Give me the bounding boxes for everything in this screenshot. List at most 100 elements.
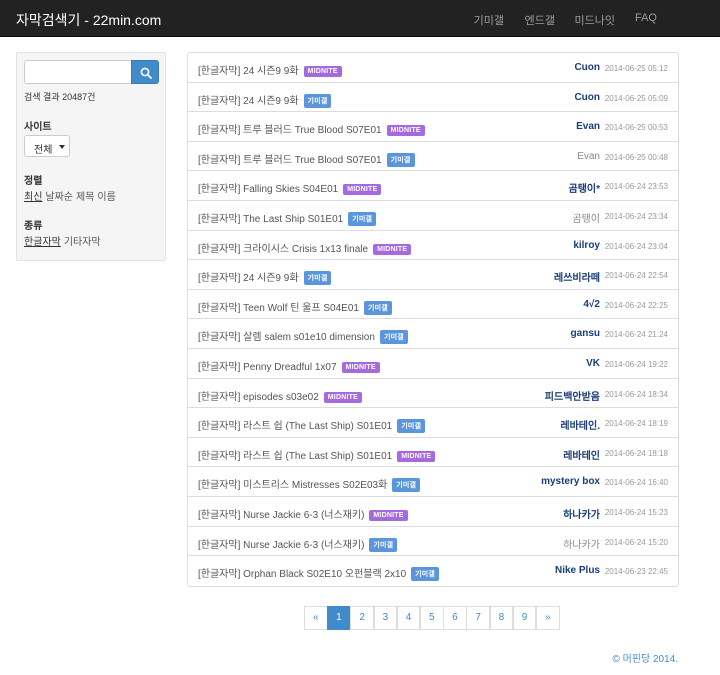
item-title-text[interactable]: [한글자막] 라스트 쉽 (The Last Ship) S01E01: [198, 421, 392, 432]
item-title[interactable]: [한글자막] Nurse Jackie 6-3 (너스재키) MIDNITE: [198, 506, 408, 521]
item-title[interactable]: [한글자막] 라스트 쉽 (The Last Ship) S01E01 MIDNI…: [198, 447, 436, 462]
item-author[interactable]: Nike Plus: [555, 565, 600, 576]
item-title[interactable]: [한글자막] episodes s03e02 MIDNITE: [198, 388, 362, 403]
item-title-text[interactable]: [한글자막] 미스트리스 Mistresses S02E03화: [198, 480, 387, 491]
sort-option-name[interactable]: 이름: [97, 192, 115, 203]
item-author[interactable]: 곰탱이*: [569, 180, 601, 195]
list-item[interactable]: [한글자막] 트루 블러드 True Blood S07E01 MIDNITE Ev…: [188, 112, 678, 142]
item-title-text[interactable]: [한글자막] 트루 블러드 True Blood S07E01: [198, 125, 382, 136]
list-item[interactable]: [한글자막] 24 시즌9 9화 MIDNITE Cuon 2014-06-25 05…: [188, 53, 678, 83]
item-title-text[interactable]: [한글자막] 24 시즌9 9화: [198, 66, 299, 77]
sort-option-latest[interactable]: 최신: [24, 192, 42, 203]
item-title-text[interactable]: [한글자막] 24 시즌9 9화: [198, 273, 299, 284]
item-title-text[interactable]: [한글자막] episodes s03e02: [198, 392, 319, 403]
item-author[interactable]: 하나카가: [563, 536, 600, 551]
list-item[interactable]: [한글자막] 트루 블러드 True Blood S07E01 기미갤 Evan 20…: [188, 142, 678, 172]
item-title-text[interactable]: [한글자막] Nurse Jackie 6-3 (너스재키): [198, 540, 364, 551]
page-5[interactable]: 5: [420, 606, 444, 630]
item-title-text[interactable]: [한글자막] Teen Wolf 틴 울프 S04E01: [198, 303, 359, 314]
item-title-text[interactable]: [한글자막] Orphan Black S02E10 오펀블랙 2x10: [198, 569, 406, 580]
list-item[interactable]: [한글자막] 24 시즌9 9화 기미갤 레쓰비라떼 2014-06-24 22:54: [188, 260, 678, 290]
nav-link-faq[interactable]: FAQ: [635, 12, 657, 24]
item-author[interactable]: 레쓰비라떼: [554, 269, 600, 284]
page-6[interactable]: 6: [443, 606, 467, 630]
prev-page-button[interactable]: «: [304, 606, 328, 630]
item-author[interactable]: Evan: [576, 121, 600, 132]
item-date: 2014-06-24 23:34: [604, 211, 668, 221]
sort-option-date[interactable]: 날짜순: [45, 192, 73, 203]
item-author[interactable]: 피드백안받음: [545, 388, 600, 403]
item-title[interactable]: [한글자막] 크라이시스 Crisis 1x13 finale MIDNITE: [198, 240, 412, 255]
list-item[interactable]: [한글자막] Teen Wolf 틴 울프 S04E01 기미갤 4√2 2014-0…: [188, 290, 678, 320]
item-author[interactable]: 4√2: [583, 299, 600, 310]
list-item[interactable]: [한글자막] The Last Ship S01E01 기미갤 곰탱이 2014-06…: [188, 201, 678, 231]
list-item[interactable]: [한글자막] 24 시즌9 9화 기미갤 Cuon 2014-06-25 05:09: [188, 83, 678, 113]
item-title[interactable]: [한글자막] 24 시즌9 9화 기미갤: [198, 92, 332, 108]
list-item[interactable]: [한글자막] 살렘 salem s01e10 dimension 기미갤 gansu…: [188, 319, 678, 349]
item-author[interactable]: kilroy: [573, 240, 600, 251]
item-title[interactable]: [한글자막] 살렘 salem s01e10 dimension 기미갤: [198, 328, 408, 345]
page-2[interactable]: 2: [350, 606, 374, 630]
next-page-button[interactable]: »: [536, 606, 560, 630]
type-option-other[interactable]: 기타자막: [64, 237, 101, 248]
page-9[interactable]: 9: [512, 606, 537, 630]
item-title-text[interactable]: [한글자막] 크라이시스 Crisis 1x13 finale: [198, 244, 368, 255]
source-badge: 기미갤: [303, 271, 332, 286]
item-author[interactable]: 하나카가: [563, 506, 600, 521]
list-item[interactable]: [한글자막] Orphan Black S02E10 오펀블랙 2x10 기미갤 N…: [188, 556, 678, 586]
item-title[interactable]: [한글자막] 24 시즌9 9화 MIDNITE: [198, 62, 342, 77]
item-author[interactable]: Cuon: [574, 62, 600, 73]
item-author[interactable]: gansu: [571, 328, 600, 339]
site-section-title: 사이트: [24, 122, 52, 133]
item-title[interactable]: [한글자막] 미스트리스 Mistresses S02E03화 기미갤: [198, 476, 421, 493]
item-author[interactable]: 레바테인.: [560, 417, 600, 432]
item-title[interactable]: [한글자막] Orphan Black S02E10 오펀블랙 2x10 기미갤: [198, 565, 440, 582]
list-item[interactable]: [한글자막] Nurse Jackie 6-3 (너스재키) 기미갤 하나카가 201…: [188, 527, 678, 557]
site-dropdown[interactable]: 전체: [24, 135, 70, 157]
list-item[interactable]: [한글자막] 크라이시스 Crisis 1x13 finale MIDNITE ki…: [188, 231, 678, 261]
page-4[interactable]: 4: [396, 606, 421, 630]
list-item[interactable]: [한글자막] Penny Dreadful 1x07 MIDNITE VK 2014-…: [188, 349, 678, 379]
item-title[interactable]: [한글자막] Falling Skies S04E01 MIDNITE: [198, 180, 382, 196]
list-item[interactable]: [한글자막] 라스트 쉽 (The Last Ship) S01E01 MIDNI…: [188, 438, 678, 468]
item-title[interactable]: [한글자막] 트루 블러드 True Blood S07E01 MIDNITE: [198, 121, 425, 137]
item-title[interactable]: [한글자막] Teen Wolf 틴 울프 S04E01 기미갤: [198, 299, 392, 315]
item-title[interactable]: [한글자막] Nurse Jackie 6-3 (너스재키) 기미갤: [198, 536, 398, 552]
item-title[interactable]: [한글자막] 트루 블러드 True Blood S07E01 기미갤: [198, 151, 415, 167]
item-title[interactable]: [한글자막] The Last Ship S01E01 기미갤: [198, 210, 377, 226]
nav-link-midnight[interactable]: 미드나잇: [575, 12, 615, 28]
item-title-text[interactable]: [한글자막] Nurse Jackie 6-3 (너스재키): [198, 510, 364, 521]
page-1[interactable]: 1: [327, 606, 351, 630]
type-option-korean[interactable]: 한글자막: [24, 237, 61, 248]
search-input[interactable]: [24, 60, 131, 84]
list-item[interactable]: [한글자막] episodes s03e02 MIDNITE 피드백안받음 2014-…: [188, 379, 678, 409]
page-8[interactable]: 8: [489, 606, 514, 630]
item-title-text[interactable]: [한글자막] 라스트 쉽 (The Last Ship) S01E01: [198, 451, 392, 462]
sort-option-title[interactable]: 제목: [76, 192, 94, 203]
item-title-text[interactable]: [한글자막] Falling Skies S04E01: [198, 184, 338, 195]
list-item[interactable]: [한글자막] 미스트리스 Mistresses S02E03화 기미갤 myster…: [188, 467, 678, 497]
site-brand[interactable]: 자막검색기 - 22min.com: [16, 10, 161, 30]
item-title-text[interactable]: [한글자막] The Last Ship S01E01: [198, 214, 343, 225]
item-title-text[interactable]: [한글자막] 트루 블러드 True Blood S07E01: [198, 155, 382, 166]
list-item[interactable]: [한글자막] Falling Skies S04E01 MIDNITE 곰탱이* 20…: [188, 171, 678, 201]
item-title-text[interactable]: [한글자막] 24 시즌9 9화: [198, 96, 299, 107]
page-7[interactable]: 7: [466, 606, 490, 630]
item-author[interactable]: 곰탱이: [572, 210, 600, 225]
item-author[interactable]: Cuon: [574, 92, 600, 103]
item-title-text[interactable]: [한글자막] 살렘 salem s01e10 dimension: [198, 332, 375, 343]
list-item[interactable]: [한글자막] Nurse Jackie 6-3 (너스재키) MIDNITE 하나카…: [188, 497, 678, 527]
item-author[interactable]: VK: [586, 358, 600, 369]
item-title[interactable]: [한글자막] 24 시즌9 9화 기미갤: [198, 269, 332, 286]
page-3[interactable]: 3: [373, 606, 398, 630]
nav-link-gimigall[interactable]: 기미갤: [474, 12, 504, 28]
nav-link-endgall[interactable]: 엔드갤: [525, 12, 555, 28]
list-item[interactable]: [한글자막] 라스트 쉽 (The Last Ship) S01E01 기미갤 레바…: [188, 408, 678, 438]
item-title-text[interactable]: [한글자막] Penny Dreadful 1x07: [198, 362, 337, 373]
search-button[interactable]: [131, 60, 159, 84]
item-author[interactable]: 레바테인: [563, 447, 600, 462]
item-author[interactable]: mystery box: [541, 476, 600, 487]
item-title[interactable]: [한글자막] 라스트 쉽 (The Last Ship) S01E01 기미갤: [198, 417, 426, 434]
item-author[interactable]: Evan: [577, 151, 600, 162]
item-title[interactable]: [한글자막] Penny Dreadful 1x07 MIDNITE: [198, 358, 380, 373]
